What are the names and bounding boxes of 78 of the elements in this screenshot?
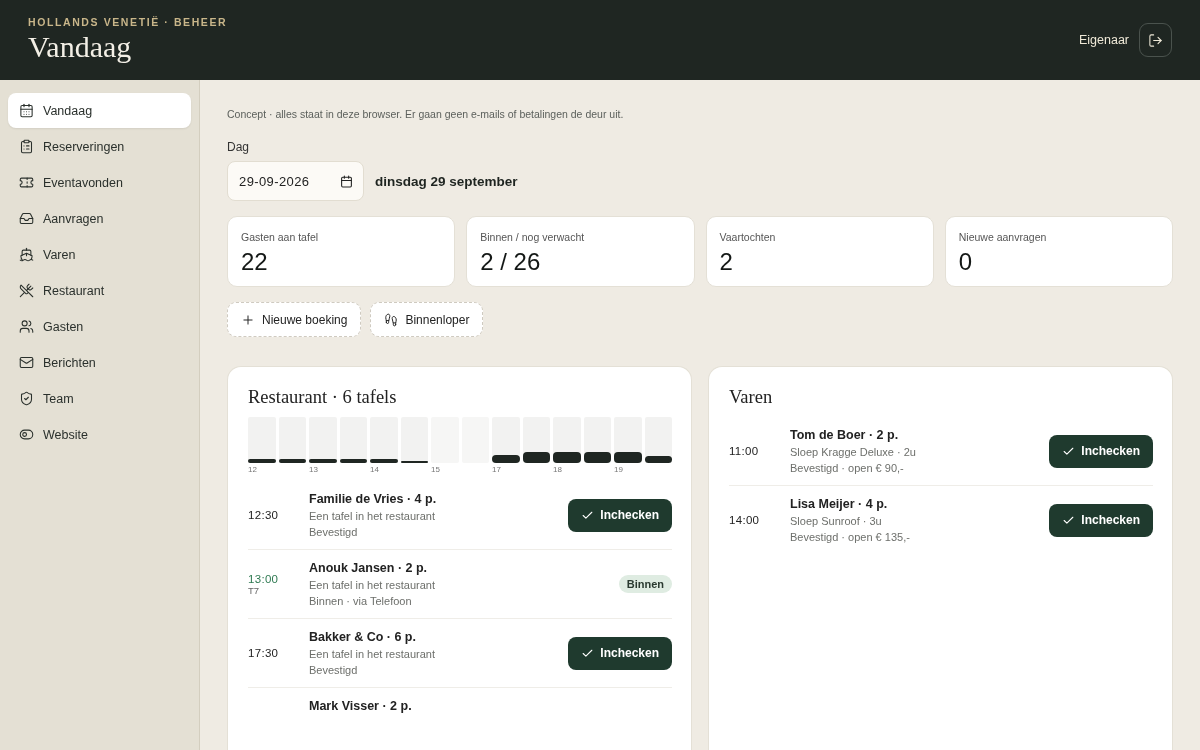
panel-title: Restaurant · 6 tafels (248, 387, 398, 408)
sidebar-item[interactable]: Varen (8, 237, 191, 272)
check-in-button[interactable]: Inchecken (1049, 434, 1153, 468)
hour-label: 15 (431, 465, 440, 474)
brand-name: HOLLANDS VENETIË · BEHEER (28, 16, 228, 28)
stat-value: 0 (958, 248, 974, 276)
toggle-icon (19, 427, 34, 442)
sidebar-item[interactable]: Team (8, 381, 191, 416)
hour-label: 17 (492, 465, 501, 474)
footprints-icon (384, 312, 399, 327)
sidebar-item[interactable]: Reserveringen (8, 129, 191, 164)
hour-label: 19 (614, 465, 623, 474)
page-title: Vandaag (28, 30, 133, 64)
booking-status: Bevestigd (309, 664, 359, 676)
guest-name: Lisa Meijer · 4 p. (790, 497, 889, 511)
booking-status: Binnen · via Telefoon (309, 595, 413, 607)
booking-detail: Sloep Kragge Deluxe · 2u (790, 446, 917, 458)
guest-name: Bakker & Co · 6 p. (309, 630, 417, 644)
guest-name: Mark Visser · 2 p. (309, 699, 413, 713)
check-in-button[interactable]: Inchecken (568, 636, 672, 670)
stat-value: 2 / 26 (480, 248, 542, 276)
shield-icon (19, 391, 34, 406)
sidebar-item[interactable]: Restaurant (8, 273, 191, 308)
user-role: Eigenaar (1078, 33, 1129, 47)
booking-status: Bevestigd · open € 135,- (790, 531, 911, 543)
stat-label: Vaartochten (719, 231, 777, 243)
action-button[interactable]: Binnenloper (370, 302, 484, 337)
panel-title: Varen (729, 387, 774, 408)
booking-time: 11:00 (729, 445, 760, 457)
logout-icon (1148, 32, 1163, 48)
date-field[interactable]: 29-09-2026 (227, 161, 364, 201)
sidebar-item[interactable]: Gasten (8, 309, 191, 344)
booking-time: 17:30 (248, 647, 280, 659)
hour-label: 14 (370, 465, 379, 474)
booking-time: 14:00 (729, 514, 761, 526)
utensils-icon (19, 283, 34, 298)
stat-value: 22 (241, 248, 269, 276)
action-button[interactable]: Nieuwe boeking (227, 302, 362, 337)
booking-status: Bevestigd · open € 90,- (790, 462, 905, 474)
booking-detail: Een tafel in het restaurant (309, 579, 436, 591)
sidebar-item[interactable]: Aanvragen (8, 201, 191, 236)
clipboard-icon (19, 139, 34, 154)
check-in-button[interactable]: Inchecken (1049, 503, 1153, 537)
stat-value: 2 (719, 248, 734, 276)
logout-button[interactable] (1139, 23, 1172, 57)
sidebar-item[interactable]: Eventavonden (8, 165, 191, 200)
hour-label: 12 (248, 465, 257, 474)
booking-time: 12:30 (248, 509, 280, 521)
sidebar-item[interactable]: Website (8, 417, 191, 452)
notice-text: Concept · alles staat in deze browser. Er gaan geen e-mails of betalingen de deur uit. (227, 108, 625, 120)
calendar-icon (19, 103, 34, 118)
mail-icon (19, 355, 34, 370)
day-label: Dag (227, 140, 250, 154)
booking-status: Bevestigd (309, 526, 359, 538)
guest-name: Tom de Boer · 2 p. (790, 428, 900, 442)
stat-label: Binnen / nog verwacht (480, 231, 586, 243)
long-date: dinsdag 29 september (375, 173, 518, 189)
check-in-button[interactable]: Inchecken (568, 498, 672, 532)
booking-detail: Een tafel in het restaurant (309, 510, 436, 522)
plus-icon (241, 312, 255, 327)
booking-detail: Een tafel in het restaurant (309, 648, 436, 660)
hour-label: 13 (309, 465, 318, 474)
sidebar-item[interactable]: Berichten (8, 345, 191, 380)
ship-icon (19, 247, 34, 262)
table-number: T7 (248, 584, 261, 596)
ticket-icon (19, 175, 34, 190)
calendar-icon (340, 174, 353, 188)
inbox-icon (19, 211, 34, 226)
guest-name: Familie de Vries · 4 p. (309, 492, 438, 506)
booking-time: 13:00 (248, 572, 280, 585)
status-badge: Binnen (618, 575, 672, 593)
hour-label: 18 (553, 465, 562, 474)
sidebar-item[interactable]: Vandaag (8, 93, 191, 128)
users-icon (19, 319, 34, 334)
stat-label: Nieuwe aanvragen (958, 231, 1048, 243)
guest-name: Anouk Jansen · 2 p. (309, 561, 429, 575)
booking-detail: Sloep Sunroof · 3u (790, 515, 883, 527)
stat-label: Gasten aan tafel (241, 231, 320, 243)
